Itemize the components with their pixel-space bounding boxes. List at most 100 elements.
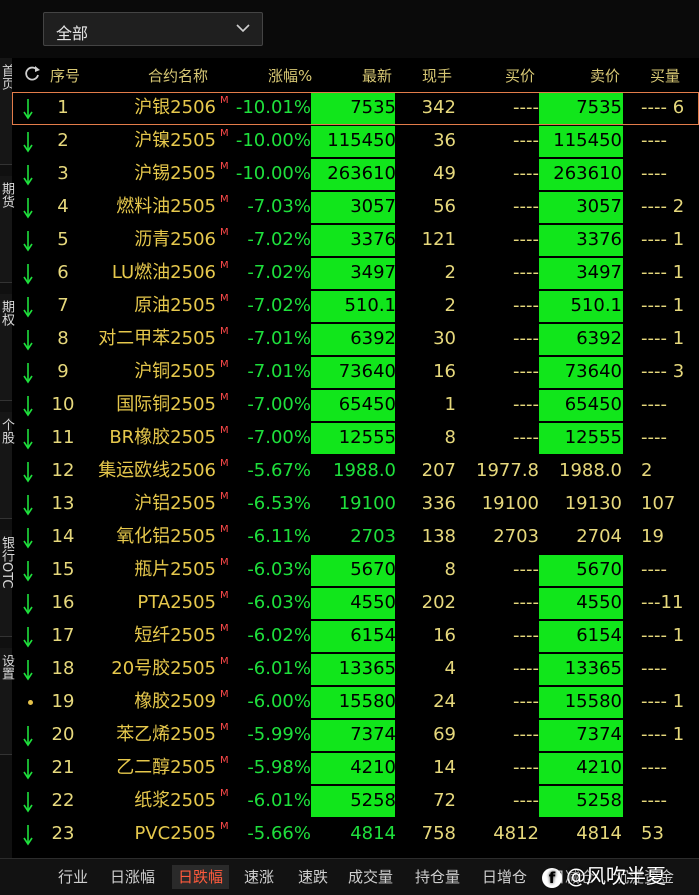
bid-price: 2703 xyxy=(493,526,539,547)
table-row[interactable]: 4 燃料油2505 M -7.03% 3057 56 ---- 3057 ---- 2 xyxy=(12,191,699,224)
current-volume: 138 xyxy=(421,526,456,547)
table-row[interactable]: 12 集运欧线2506 M -5.67% 1988.0 207 1977.8 1988.0 2 xyxy=(12,455,699,488)
current-volume: 207 xyxy=(421,460,456,481)
col-last-header[interactable]: 最新 xyxy=(362,65,392,86)
contract-name: 沪铝2505 xyxy=(134,493,216,514)
table-row[interactable]: 3 沪锡2505 M -10.00% 263610 49 ---- 263610 ---- xyxy=(12,158,699,191)
bid-price: 19100 xyxy=(481,493,539,514)
col-bidvol-header[interactable]: 买量 xyxy=(650,65,680,86)
table-row[interactable]: 22 纸浆2505 M -6.01% 5258 72 ---- 5258 ---- xyxy=(12,785,699,818)
side-tab-5[interactable]: 设置 xyxy=(0,648,14,755)
main-contract-mark: M xyxy=(220,491,229,502)
col-index-header[interactable]: 序号 xyxy=(50,65,80,86)
bid-price: ---- xyxy=(513,394,539,415)
contract-name: 原油2505 xyxy=(134,295,216,316)
table-row[interactable]: 14 氧化铝2505 M -6.11% 2703 138 2703 2704 19 xyxy=(12,521,699,554)
table-row[interactable]: 15 瓶片2505 M -6.03% 5670 8 ---- 5670 ---- xyxy=(12,554,699,587)
bid-price: 1977.8 xyxy=(476,460,539,481)
change-pct: -6.03% xyxy=(247,559,311,580)
down-arrow-icon xyxy=(23,792,33,813)
col-name-header[interactable]: 合约名称 xyxy=(148,65,208,86)
last-price: 4814 xyxy=(350,823,396,844)
main-contract-mark: M xyxy=(220,557,229,568)
table-row[interactable]: 20 苯乙烯2505 M -5.99% 7374 69 ---- 7374 ---- 1 xyxy=(12,719,699,752)
bid-volume: ---- xyxy=(641,427,667,448)
down-arrow-icon xyxy=(23,330,33,351)
bottom-tab-5[interactable]: 成交量 xyxy=(348,865,393,889)
bid-price: ---- xyxy=(513,328,539,349)
main-contract-mark: M xyxy=(220,458,229,469)
last-price: 73640 xyxy=(338,361,396,382)
contract-name: PVC2505 xyxy=(134,823,216,844)
table-row[interactable]: 19 橡胶2509 M -6.00% 15580 24 ---- 15580 ---- 1 xyxy=(12,686,699,719)
bottom-tab-1[interactable]: 日涨幅 xyxy=(110,865,155,889)
table-row[interactable]: 18 20号胶2505 M -6.01% 13365 4 ---- 13365 ---- xyxy=(12,653,699,686)
table-row[interactable]: 23 PVC2505 M -5.66% 4814 758 4812 4814 53 xyxy=(12,818,699,851)
table-row[interactable]: 5 沥青2506 M -7.02% 3376 121 ---- 3376 ---- 1 xyxy=(12,224,699,257)
col-ask-header[interactable]: 卖价 xyxy=(590,65,620,86)
side-tab-4[interactable]: 银行OTC xyxy=(0,530,14,637)
table-row[interactable]: 9 沪铜2505 M -7.01% 73640 16 ---- 73640 ---- 3 xyxy=(12,356,699,389)
ask-price: 12555 xyxy=(564,427,622,448)
table-row[interactable]: 1 沪银2506 M -10.01% 7535 342 ---- 7535 ---- 6 xyxy=(12,92,699,125)
bottom-tab-3[interactable]: 速涨 xyxy=(244,865,274,889)
contract-name: 氧化铝2505 xyxy=(116,526,216,547)
bottom-tab-4[interactable]: 速跌 xyxy=(298,865,328,889)
bid-volume: ---- xyxy=(641,130,667,151)
down-arrow-icon xyxy=(23,231,33,252)
bid-price: ---- xyxy=(513,196,539,217)
bottom-tab-6[interactable]: 持仓量 xyxy=(415,865,460,889)
down-arrow-icon xyxy=(23,561,33,582)
side-tab-2[interactable]: 期权 xyxy=(0,294,14,401)
table-row[interactable]: 13 沪铝2505 M -6.53% 19100 336 19100 19130 107 xyxy=(12,488,699,521)
change-pct: -6.01% xyxy=(247,658,311,679)
table-row[interactable]: 10 国际铜2505 M -7.00% 65450 1 ---- 65450 ---- xyxy=(12,389,699,422)
table-row[interactable]: 2 沪镍2505 M -10.00% 115450 36 ---- 115450 ---- xyxy=(12,125,699,158)
table-row[interactable]: 16 PTA2505 M -6.03% 4550 202 ---- 4550 ---11 xyxy=(12,587,699,620)
table-row[interactable]: 7 原油2505 M -7.02% 510.1 2 ---- 510.1 ---- 1 xyxy=(12,290,699,323)
refresh-icon[interactable] xyxy=(23,65,41,83)
table-row[interactable]: 17 短纤2505 M -6.02% 6154 16 ---- 6154 ---- 1 xyxy=(12,620,699,653)
last-price: 4210 xyxy=(350,757,396,778)
table-row[interactable]: 21 乙二醇2505 M -5.98% 4210 14 ---- 4210 ---- xyxy=(12,752,699,785)
bid-volume: ---- 6 xyxy=(641,97,685,118)
side-tab-3[interactable]: 个股 xyxy=(0,412,14,519)
bid-volume: ---- 1 xyxy=(641,328,685,349)
current-volume: 2 xyxy=(444,295,456,316)
change-pct: -7.01% xyxy=(247,361,311,382)
change-pct: -6.11% xyxy=(247,526,311,547)
col-bid-header[interactable]: 买价 xyxy=(505,65,535,86)
ask-price: 65450 xyxy=(564,394,622,415)
side-tab-0[interactable]: 首页 xyxy=(0,58,14,165)
dropdown-value: 全部 xyxy=(56,24,89,43)
main-contract-mark: M xyxy=(220,326,229,337)
current-volume: 8 xyxy=(444,559,456,580)
ask-price: 7535 xyxy=(576,97,622,118)
col-volume-header[interactable]: 现手 xyxy=(422,65,452,86)
bid-price: ---- xyxy=(513,559,539,580)
last-price: 6392 xyxy=(350,328,396,349)
bottom-tab-7[interactable]: 日增仓 xyxy=(482,865,527,889)
bottom-tab-2[interactable]: 日跌幅 xyxy=(172,865,230,889)
ask-price: 115450 xyxy=(553,130,622,151)
main-contract-mark: M xyxy=(220,689,229,700)
ask-price: 6154 xyxy=(576,625,622,646)
main-contract-mark: M xyxy=(220,227,229,238)
last-price: 4550 xyxy=(350,592,396,613)
change-pct: -7.02% xyxy=(247,262,311,283)
ask-price: 4550 xyxy=(576,592,622,613)
main-contract-mark: M xyxy=(220,524,229,535)
bid-price: ---- xyxy=(513,625,539,646)
last-price: 5670 xyxy=(350,559,396,580)
col-change-header[interactable]: 涨幅% xyxy=(268,65,312,86)
table-row[interactable]: 8 对二甲苯2505 M -7.01% 6392 30 ---- 6392 ---- 1 xyxy=(12,323,699,356)
contract-name: 沪锡2505 xyxy=(134,163,216,184)
change-pct: -6.53% xyxy=(247,493,311,514)
down-arrow-icon xyxy=(23,594,33,615)
side-tab-1[interactable]: 期货 xyxy=(0,176,14,283)
table-row[interactable]: 6 LU燃油2506 M -7.02% 3497 2 ---- 3497 ---- 1 xyxy=(12,257,699,290)
change-pct: -5.66% xyxy=(247,823,311,844)
bottom-tab-0[interactable]: 行业 xyxy=(58,865,88,889)
table-row[interactable]: 11 BR橡胶2505 M -7.00% 12555 8 ---- 12555 ---- xyxy=(12,422,699,455)
category-dropdown[interactable]: 全部 xyxy=(43,12,263,46)
